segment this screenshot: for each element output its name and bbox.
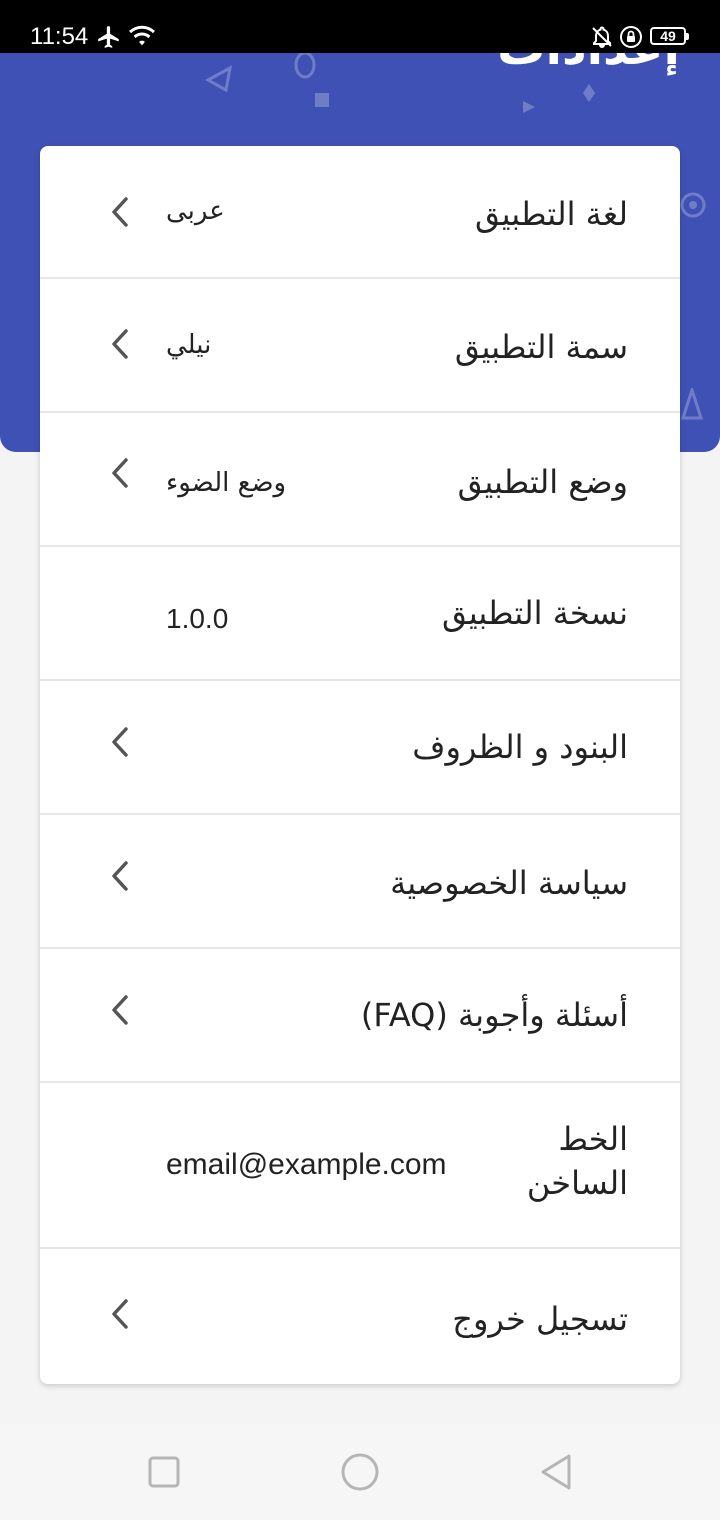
decoration-icon [315,93,329,107]
setting-faq[interactable]: أسئلة وأجوبة (FAQ) [40,949,680,1083]
setting-language-value: عربى [166,196,225,226]
setting-faq-label: أسئلة وأجوبة (FAQ) [360,996,628,1034]
chevron-left-icon [112,329,128,359]
setting-mode-value: وضع الضوء [166,468,287,498]
battery-icon: 49 [650,27,689,45]
setting-language-label: لغة التطبيق [474,195,628,233]
decoration-icon [523,101,535,113]
setting-version-value: 1.0.0 [166,603,229,634]
lock-rotation-icon [620,26,642,48]
setting-theme-value: نيلي [166,330,212,360]
decoration-icon [680,388,704,420]
home-icon[interactable] [340,1452,380,1492]
status-time: 11:54 [30,23,89,50]
airplane-icon [98,26,119,48]
back-icon[interactable] [536,1452,576,1492]
chevron-left-icon [112,995,128,1025]
decoration-icon [583,84,595,102]
chevron-left-icon [112,197,128,227]
setting-language[interactable]: لغة التطبيق عربى [40,146,680,279]
status-bar: 11:54 49 [0,0,720,53]
setting-version-label: نسخة التطبيق [442,594,628,632]
bell-off-icon [592,26,612,49]
setting-mode-label: وضع التطبيق [457,463,628,501]
setting-theme-label: سمة التطبيق [454,328,628,366]
setting-logout-label: تسجيل خروج [452,1300,628,1338]
setting-terms[interactable]: البنود و الظروف [40,681,680,815]
wifi-icon [129,25,155,46]
decoration-icon [680,192,706,218]
setting-hotline-email[interactable]: email@example.com [166,1145,447,1185]
setting-hotline[interactable]: الخط الساخن email@example.com [40,1083,680,1249]
setting-hotline-label: الخط الساخن [526,1120,628,1202]
settings-card: لغة التطبيق عربى سمة التطبيق نيلي وضع ال… [40,146,680,1384]
chevron-left-icon [112,458,128,488]
chevron-left-icon [112,861,128,891]
setting-version: نسخة التطبيق 1.0.0 [40,547,680,681]
recent-apps-icon[interactable] [144,1452,184,1492]
setting-logout[interactable]: تسجيل خروج [40,1249,680,1384]
decoration-icon [294,51,316,79]
setting-privacy[interactable]: سياسة الخصوصية [40,815,680,949]
setting-mode[interactable]: وضع التطبيق وضع الضوء [40,413,680,547]
chevron-left-icon [112,727,128,757]
navigation-bar [0,1424,720,1520]
setting-terms-label: البنود و الظروف [412,728,628,766]
setting-theme[interactable]: سمة التطبيق نيلي [40,279,680,413]
setting-privacy-label: سياسة الخصوصية [390,864,628,902]
chevron-left-icon [112,1299,128,1329]
decoration-icon [204,65,233,93]
